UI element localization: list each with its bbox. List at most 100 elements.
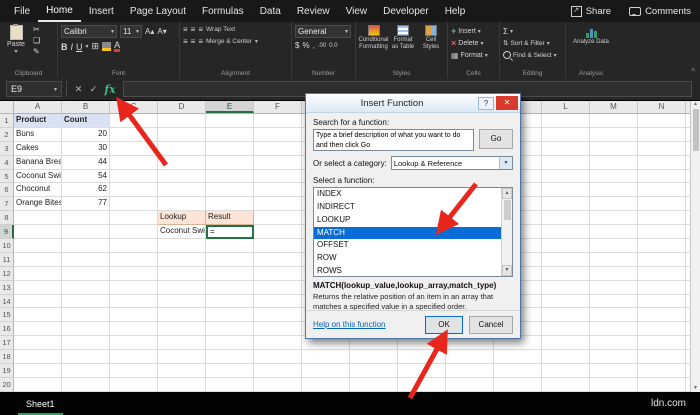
- column-header-N[interactable]: N: [638, 100, 686, 113]
- align-middle-icon[interactable]: ≡: [191, 25, 196, 34]
- cell[interactable]: [254, 183, 302, 198]
- cell[interactable]: [638, 364, 686, 378]
- search-function-input[interactable]: Type a brief description of what you wan…: [313, 129, 474, 151]
- cell[interactable]: [158, 308, 206, 323]
- merge-center-button[interactable]: Merge & Center: [206, 38, 252, 45]
- cell[interactable]: [542, 155, 590, 170]
- share-button[interactable]: ↗ Share: [562, 0, 620, 22]
- cancel-button[interactable]: Cancel: [469, 315, 513, 334]
- cell[interactable]: [542, 350, 590, 365]
- cell[interactable]: [542, 266, 590, 281]
- cell[interactable]: [350, 377, 398, 392]
- cell[interactable]: [590, 336, 638, 351]
- cell-B3[interactable]: 30: [62, 141, 110, 156]
- cell-styles-button[interactable]: Cell Styles: [418, 25, 444, 51]
- cell[interactable]: [590, 197, 638, 212]
- row-header-11[interactable]: 11: [0, 252, 14, 267]
- cell[interactable]: [542, 336, 590, 351]
- row-header-3[interactable]: 3: [0, 141, 14, 156]
- row-header-17[interactable]: 17: [0, 336, 14, 351]
- cell[interactable]: [206, 252, 254, 267]
- cell[interactable]: [110, 127, 158, 142]
- cell[interactable]: [206, 350, 254, 365]
- cell[interactable]: [254, 377, 302, 392]
- enter-entry-icon[interactable]: ✓: [86, 84, 101, 95]
- row-header-7[interactable]: 7: [0, 197, 14, 212]
- function-item-offset[interactable]: OFFSET: [314, 239, 501, 252]
- font-size-combo[interactable]: 11 ▾: [120, 25, 142, 38]
- cell[interactable]: [206, 266, 254, 281]
- cell-A2[interactable]: Buns: [14, 127, 62, 142]
- align-left-icon[interactable]: ≡: [183, 37, 188, 46]
- cell[interactable]: [590, 308, 638, 323]
- cell[interactable]: [638, 155, 686, 170]
- cell[interactable]: [110, 294, 158, 309]
- cell[interactable]: [206, 336, 254, 351]
- find-select-button[interactable]: Find & Select ▾: [503, 49, 562, 61]
- cell[interactable]: [638, 322, 686, 337]
- cell[interactable]: [206, 169, 254, 184]
- cell[interactable]: [158, 336, 206, 351]
- cell[interactable]: [14, 322, 62, 337]
- cell[interactable]: [254, 364, 302, 378]
- cell[interactable]: [110, 350, 158, 365]
- cell[interactable]: [302, 377, 350, 392]
- category-select[interactable]: Lookup & Reference ▼: [390, 156, 513, 170]
- cell[interactable]: [158, 364, 206, 378]
- cell[interactable]: [14, 211, 62, 226]
- chevron-down-icon[interactable]: ▼: [499, 157, 512, 169]
- cell[interactable]: [446, 350, 494, 365]
- cell-A1[interactable]: Product: [14, 114, 62, 128]
- cell[interactable]: [254, 141, 302, 156]
- decrease-decimal-icon[interactable]: 0.0: [329, 43, 337, 49]
- format-as-table-button[interactable]: Format as Table: [390, 25, 416, 51]
- help-on-function-link[interactable]: Help on this function: [313, 320, 386, 329]
- row-header-14[interactable]: 14: [0, 294, 14, 309]
- row-header-1[interactable]: 1: [0, 114, 14, 128]
- scroll-up-icon[interactable]: ▲: [502, 188, 512, 199]
- cell[interactable]: [62, 364, 110, 378]
- sheet-tab-sheet1[interactable]: Sheet1: [18, 392, 63, 415]
- font-name-combo[interactable]: Calibri ▾: [61, 25, 117, 38]
- cell[interactable]: [158, 294, 206, 309]
- cell[interactable]: [542, 308, 590, 323]
- cell[interactable]: [590, 322, 638, 337]
- cell[interactable]: [590, 114, 638, 128]
- cell[interactable]: [14, 225, 62, 240]
- row-header-18[interactable]: 18: [0, 350, 14, 365]
- cell[interactable]: [158, 155, 206, 170]
- cell[interactable]: [542, 364, 590, 378]
- cell[interactable]: [254, 169, 302, 184]
- column-header-L[interactable]: L: [542, 100, 590, 113]
- function-item-index[interactable]: INDEX: [314, 188, 501, 201]
- cell[interactable]: [254, 350, 302, 365]
- cell[interactable]: [110, 211, 158, 226]
- cell[interactable]: [542, 252, 590, 267]
- cell[interactable]: [110, 183, 158, 198]
- cell[interactable]: [206, 155, 254, 170]
- row-header-2[interactable]: 2: [0, 127, 14, 142]
- paste-button[interactable]: Paste ▾: [3, 24, 29, 56]
- cell[interactable]: [206, 308, 254, 323]
- cell[interactable]: [350, 364, 398, 378]
- cell[interactable]: [110, 114, 158, 128]
- cell[interactable]: [590, 364, 638, 378]
- row-header-10[interactable]: 10: [0, 239, 14, 253]
- increase-decimal-icon[interactable]: .00: [318, 43, 326, 49]
- cell[interactable]: [14, 266, 62, 281]
- row-header-13[interactable]: 13: [0, 280, 14, 295]
- cell[interactable]: [590, 211, 638, 226]
- shrink-font-icon[interactable]: A▾: [157, 27, 166, 36]
- tab-page-layout[interactable]: Page Layout: [122, 0, 194, 22]
- cell-B7[interactable]: 77: [62, 197, 110, 212]
- scroll-down-icon[interactable]: ▼: [502, 265, 512, 276]
- cell[interactable]: [158, 197, 206, 212]
- cell[interactable]: [158, 252, 206, 267]
- cell[interactable]: [206, 364, 254, 378]
- row-header-6[interactable]: 6: [0, 183, 14, 198]
- cell[interactable]: [206, 127, 254, 142]
- cell[interactable]: [206, 114, 254, 128]
- cell[interactable]: [14, 252, 62, 267]
- cell[interactable]: [110, 239, 158, 253]
- tab-file[interactable]: File: [6, 0, 38, 22]
